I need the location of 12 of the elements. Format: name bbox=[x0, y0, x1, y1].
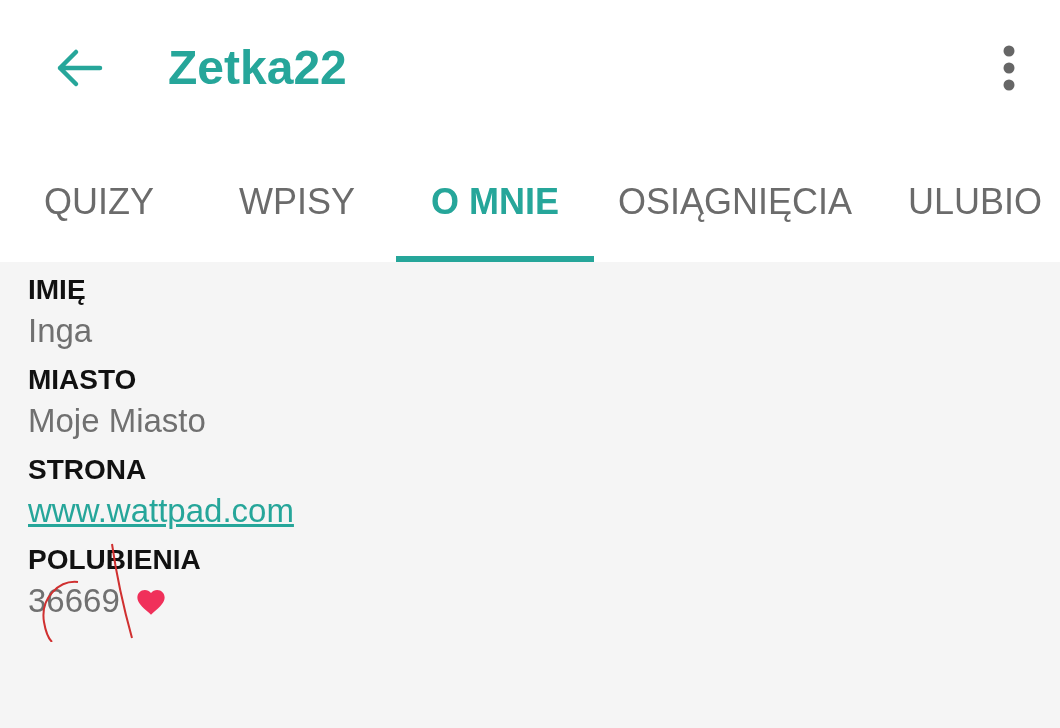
field-value: Inga bbox=[28, 312, 94, 350]
field-value: Moje Miasto bbox=[28, 402, 207, 440]
field-label: IMIĘ bbox=[28, 274, 87, 306]
tab[interactable]: OSIĄGNIĘCIA bbox=[594, 135, 877, 262]
website-link[interactable]: www.wattpad.com bbox=[28, 492, 294, 530]
tab[interactable]: QUIZY bbox=[0, 135, 198, 262]
field-label: MIASTO bbox=[28, 364, 138, 396]
tab[interactable]: WPISY bbox=[198, 135, 396, 262]
profile-title: Zetka22 bbox=[168, 40, 348, 95]
tab[interactable]: ULUBIO bbox=[876, 135, 1060, 262]
tab[interactable]: O MNIE bbox=[396, 135, 594, 262]
field-label: STRONA bbox=[28, 454, 148, 486]
